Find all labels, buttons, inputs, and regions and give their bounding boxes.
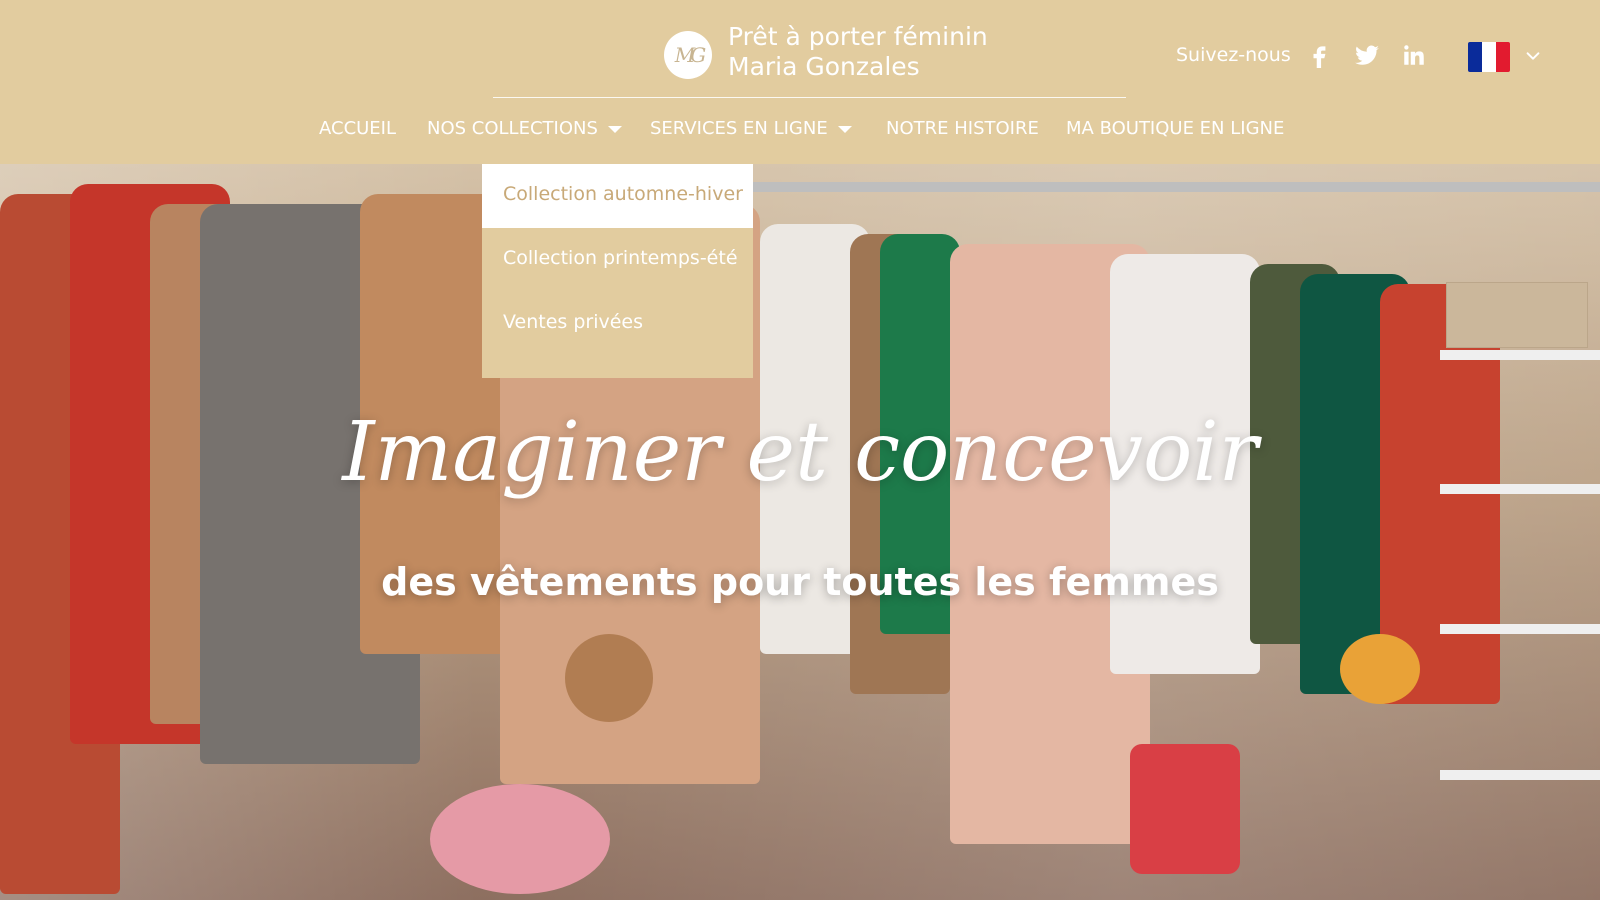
- nav-services-label: SERVICES EN LIGNE: [650, 118, 828, 139]
- hero-banner: [0, 164, 1600, 900]
- dropdown-item-ventes-privees[interactable]: Ventes privées: [482, 292, 753, 356]
- linkedin-icon[interactable]: [1399, 40, 1429, 70]
- chevron-down-icon[interactable]: [1524, 47, 1542, 65]
- caret-down-icon: [837, 125, 852, 133]
- header-divider: [493, 97, 1126, 98]
- dropdown-item-automne-hiver[interactable]: Collection automne-hiver: [482, 164, 753, 228]
- twitter-icon[interactable]: [1352, 40, 1382, 70]
- france-flag-icon[interactable]: [1468, 42, 1510, 72]
- collections-dropdown: Collection automne-hiver Collection prin…: [482, 164, 753, 378]
- storage-box: [1446, 282, 1588, 348]
- hero-subheadline: des vêtements pour toutes les femmes: [381, 560, 1219, 604]
- dropdown-item-label: Ventes privées: [503, 311, 644, 333]
- nav-accueil[interactable]: ACCUEIL: [319, 118, 396, 139]
- nav-services-en-ligne[interactable]: SERVICES EN LIGNE: [650, 118, 852, 139]
- tulips: [430, 784, 610, 894]
- site-header: MG Prêt à porter féminin Maria Gonzales …: [0, 0, 1600, 164]
- nav-nos-collections-label: NOS COLLECTIONS: [427, 118, 598, 139]
- nav-notre-histoire[interactable]: NOTRE HISTOIRE: [886, 118, 1039, 139]
- brand-name[interactable]: Prêt à porter féminin Maria Gonzales: [728, 22, 988, 82]
- shelf: [1440, 624, 1600, 634]
- clothing-rail: [750, 182, 1600, 192]
- nav-ma-boutique[interactable]: MA BOUTIQUE EN LIGNE: [1066, 118, 1284, 139]
- dropdown-item-label: Collection automne-hiver: [503, 183, 743, 205]
- brand-tagline: Prêt à porter féminin: [728, 22, 988, 51]
- shelf: [1440, 350, 1600, 360]
- facebook-icon[interactable]: [1305, 40, 1335, 70]
- red-handbag: [1130, 744, 1240, 874]
- hero-headline: Imaginer et concevoir: [342, 405, 1258, 500]
- round-bag: [565, 634, 653, 722]
- nav-nos-collections[interactable]: NOS COLLECTIONS: [427, 118, 622, 139]
- dropdown-item-printemps-ete[interactable]: Collection printemps-été: [482, 228, 753, 292]
- flowers: [1340, 634, 1420, 704]
- dropdown-item-label: Collection printemps-été: [503, 247, 738, 269]
- brand-logo[interactable]: MG: [664, 31, 712, 79]
- caret-down-icon: [607, 125, 622, 133]
- follow-label: Suivez-nous: [1176, 44, 1291, 66]
- shelf: [1440, 770, 1600, 780]
- brand-owner: Maria Gonzales: [728, 52, 920, 81]
